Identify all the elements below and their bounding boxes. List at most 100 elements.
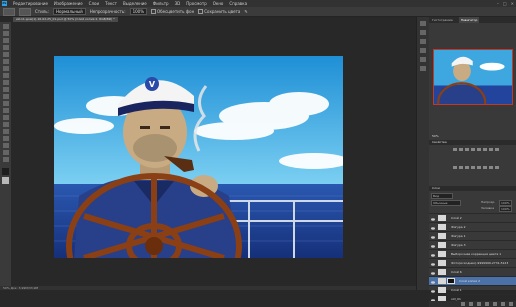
- layer-row[interactable]: Слой 2: [429, 213, 516, 222]
- brush-panel-icon[interactable]: [420, 57, 426, 62]
- menu-view[interactable]: Просмотр: [186, 1, 207, 6]
- menu-image[interactable]: Изображение: [54, 1, 83, 6]
- layer-thumbnail: [438, 287, 446, 293]
- blur-tool-icon[interactable]: [2, 108, 9, 113]
- dodge-tool-icon[interactable]: [2, 115, 9, 120]
- exposure-icon[interactable]: [471, 148, 475, 151]
- layer-row[interactable]: Фигура 2: [429, 222, 516, 231]
- zoom-tool-icon[interactable]: [2, 157, 9, 162]
- eye-icon[interactable]: [431, 297, 435, 302]
- lasso-tool-icon[interactable]: [2, 38, 9, 43]
- color-panel-icon[interactable]: [420, 39, 426, 44]
- layer-row[interactable]: Фигура 3: [429, 240, 516, 249]
- invert-icon[interactable]: [471, 166, 475, 169]
- link-layers-icon[interactable]: [461, 302, 465, 306]
- eye-icon[interactable]: [431, 234, 435, 239]
- photo-filter-icon[interactable]: [453, 166, 457, 169]
- minimize-icon[interactable]: –: [497, 1, 499, 6]
- posterize-icon[interactable]: [477, 166, 481, 169]
- blend-mode-select[interactable]: Обычные: [431, 200, 461, 206]
- eye-icon[interactable]: [431, 279, 435, 284]
- brush-tool-icon[interactable]: [2, 73, 9, 78]
- path-select-tool-icon[interactable]: [2, 136, 9, 141]
- navigator-zoom[interactable]: 50%: [432, 134, 439, 138]
- maximize-icon[interactable]: □: [503, 1, 507, 6]
- opacity-field[interactable]: 100%: [129, 8, 148, 15]
- selective-color-icon[interactable]: [495, 166, 499, 169]
- new-layer-icon[interactable]: [501, 302, 505, 306]
- adjustment-layer-icon[interactable]: [485, 302, 489, 306]
- stamp-tool-icon[interactable]: [2, 80, 9, 85]
- eraser-tool-icon[interactable]: [2, 94, 9, 99]
- menu-type[interactable]: Текст: [105, 1, 117, 6]
- crop-tool-icon[interactable]: [2, 52, 9, 57]
- gradient-map-icon[interactable]: [489, 166, 493, 169]
- photoshop-logo-icon[interactable]: Ps: [2, 1, 7, 6]
- layer-fill-field[interactable]: 100%: [499, 206, 512, 212]
- marquee-tool-icon[interactable]: [2, 31, 9, 36]
- history-panel-icon[interactable]: [420, 21, 426, 26]
- brush-preset-picker[interactable]: [19, 7, 31, 16]
- color-balance-icon[interactable]: [489, 148, 493, 151]
- menu-help[interactable]: Справка: [229, 1, 247, 6]
- layer-kind-filter[interactable]: Вид: [431, 193, 453, 199]
- move-tool-icon[interactable]: [2, 24, 9, 29]
- shape-tool-icon[interactable]: [2, 143, 9, 148]
- menu-3d[interactable]: 3D: [175, 1, 181, 6]
- layer-mask-thumbnail[interactable]: [447, 278, 455, 284]
- add-mask-icon[interactable]: [477, 302, 481, 306]
- new-group-icon[interactable]: [493, 302, 497, 306]
- tool-preset-picker[interactable]: [3, 7, 15, 16]
- swatches-panel-icon[interactable]: [420, 48, 426, 53]
- style-select[interactable]: Нормальный: [52, 8, 86, 15]
- history-brush-tool-icon[interactable]: [2, 87, 9, 92]
- eye-icon[interactable]: [431, 216, 435, 221]
- eye-icon[interactable]: [431, 270, 435, 275]
- tab-navigator[interactable]: Навигатор: [458, 17, 480, 23]
- layer-opacity-label: Непрозр.: [481, 200, 496, 204]
- eye-icon[interactable]: [431, 252, 435, 257]
- layer-row[interactable]: Фото(исходник)-9999999-2731-5123: [429, 258, 516, 267]
- tab-histogram[interactable]: Гистограмма: [432, 17, 453, 23]
- menu-window[interactable]: Окно: [213, 1, 224, 6]
- eye-icon[interactable]: [431, 225, 435, 230]
- navigator-thumbnail[interactable]: [433, 49, 513, 105]
- hue-saturation-icon[interactable]: [483, 148, 487, 151]
- type-tool-icon[interactable]: [2, 129, 9, 134]
- menu-select[interactable]: Выделение: [123, 1, 147, 6]
- actions-panel-icon[interactable]: [420, 30, 426, 35]
- close-icon[interactable]: ✕: [511, 1, 514, 6]
- vibrance-icon[interactable]: [477, 148, 481, 151]
- channel-mixer-icon[interactable]: [459, 166, 463, 169]
- eye-icon[interactable]: [431, 243, 435, 248]
- pressure-icon[interactable]: ✎: [244, 9, 247, 14]
- delete-layer-icon[interactable]: [509, 302, 513, 306]
- layer-row[interactable]: Слой 6: [429, 267, 516, 276]
- layer-style-icon[interactable]: [469, 302, 473, 306]
- levels-icon[interactable]: [459, 148, 463, 151]
- menu-layers[interactable]: Слои: [89, 1, 99, 6]
- healing-tool-icon[interactable]: [2, 66, 9, 71]
- gradient-tool-icon[interactable]: [2, 101, 9, 106]
- background-color-swatch[interactable]: [2, 177, 9, 184]
- layer-row[interactable]: Фигура 1: [429, 231, 516, 240]
- curves-icon[interactable]: [465, 148, 469, 151]
- pen-tool-icon[interactable]: [2, 122, 9, 127]
- menu-edit[interactable]: Редактирование: [13, 1, 48, 6]
- brightness-icon[interactable]: [453, 148, 457, 151]
- threshold-icon[interactable]: [483, 166, 487, 169]
- document-canvas[interactable]: V: [54, 56, 343, 258]
- option-check-preserve[interactable]: Сохранить цвета: [198, 9, 240, 15]
- hand-tool-icon[interactable]: [2, 150, 9, 155]
- character-panel-icon[interactable]: [420, 66, 426, 71]
- layer-row[interactable]: Выборочная коррекция цвета 1: [429, 249, 516, 258]
- black-white-icon[interactable]: [495, 148, 499, 151]
- quick-select-tool-icon[interactable]: [2, 45, 9, 50]
- eyedropper-tool-icon[interactable]: [2, 59, 9, 64]
- color-lookup-icon[interactable]: [465, 166, 469, 169]
- eye-icon[interactable]: [431, 261, 435, 266]
- layer-row[interactable]: Слой копия 2: [429, 276, 516, 285]
- option-check-desaturate[interactable]: Обесцветить фон: [151, 9, 194, 15]
- foreground-color-swatch[interactable]: [2, 168, 9, 175]
- menu-filter[interactable]: Фильтр: [153, 1, 169, 6]
